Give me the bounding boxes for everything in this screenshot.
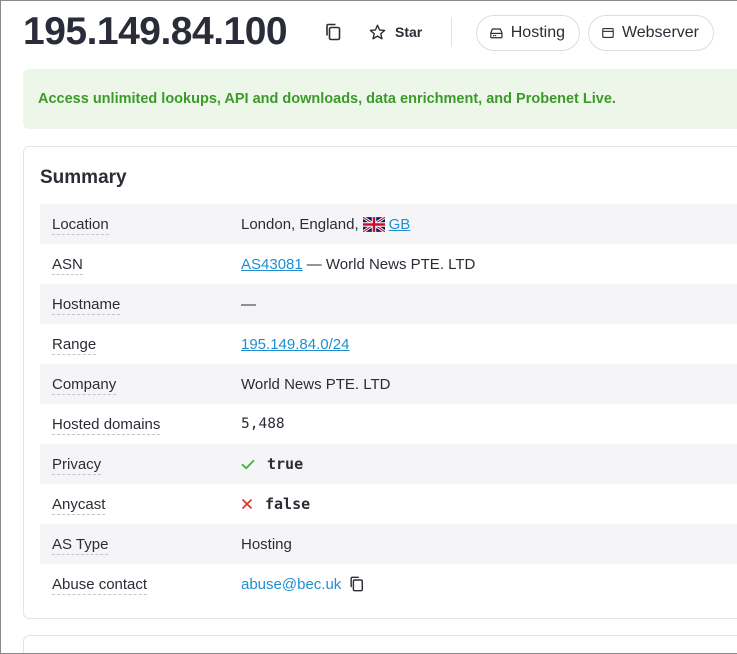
- summary-row-as-type: AS Type Hosting: [40, 524, 737, 564]
- star-label: Star: [395, 24, 423, 40]
- summary-row-location: Location London, England, GB: [40, 204, 737, 244]
- header-divider: [451, 17, 452, 47]
- summary-row-abuse-contact: Abuse contact abuse@bec.uk: [40, 564, 737, 604]
- hostname-label: Hostname: [52, 295, 121, 315]
- hosted-domains-value: 5,488: [241, 416, 285, 432]
- summary-row-hosted-domains: Hosted domains 5,488: [40, 404, 737, 444]
- summary-row-range: Range 195.149.84.0/24: [40, 324, 737, 364]
- company-value: World News PTE. LTD: [241, 375, 391, 393]
- tag-webserver-label: Webserver: [621, 24, 699, 41]
- range-link[interactable]: 195.149.84.0/24: [241, 336, 349, 353]
- asn-org: — World News PTE. LTD: [306, 255, 476, 273]
- asn-label: ASN: [52, 255, 83, 275]
- asn-link[interactable]: AS43081: [241, 256, 303, 273]
- hosted-domains-label: Hosted domains: [52, 415, 161, 435]
- as-type-label: AS Type: [52, 535, 109, 555]
- star-icon: [369, 24, 386, 40]
- anycast-value: false: [265, 495, 311, 513]
- summary-row-company: Company World News PTE. LTD: [40, 364, 737, 404]
- copy-email-icon[interactable]: [349, 576, 364, 592]
- country-code-link[interactable]: GB: [389, 216, 411, 233]
- location-value: London, England,: [241, 215, 359, 233]
- abuse-email-link[interactable]: abuse@bec.uk: [241, 576, 341, 593]
- upgrade-banner-text[interactable]: Access unlimited lookups, API and downlo…: [38, 91, 616, 107]
- abuse-contact-label: Abuse contact: [52, 575, 148, 595]
- star-button[interactable]: Star: [369, 19, 422, 45]
- page-frame: 195.149.84.100 Star Hosting Webserver Ac…: [0, 0, 737, 654]
- anycast-label: Anycast: [52, 495, 106, 515]
- summary-table: Location London, England, GB ASN AS43081…: [40, 204, 737, 604]
- copy-icon: [326, 23, 341, 41]
- location-label: Location: [52, 215, 109, 235]
- copy-ip-button[interactable]: [325, 23, 343, 43]
- cross-icon: [242, 499, 252, 509]
- ip-address-title: 195.149.84.100: [23, 10, 288, 53]
- tag-hosting-label: Hosting: [510, 24, 565, 41]
- summary-row-anycast: Anycast false: [40, 484, 737, 524]
- check-icon: [241, 459, 255, 469]
- summary-row-privacy: Privacy true: [40, 444, 737, 484]
- hosting-icon: [490, 28, 503, 39]
- as-type-value: Hosting: [241, 535, 292, 553]
- upgrade-banner[interactable]: Access unlimited lookups, API and downlo…: [23, 69, 737, 129]
- tag-hosting[interactable]: Hosting: [476, 15, 580, 51]
- summary-row-asn: ASN AS43081 — World News PTE. LTD: [40, 244, 737, 284]
- privacy-label: Privacy: [52, 455, 102, 475]
- summary-card: Summary Location London, England, GB ASN…: [23, 146, 737, 619]
- tag-webserver[interactable]: Webserver: [588, 15, 714, 51]
- hostname-value: —: [241, 295, 256, 313]
- summary-title: Summary: [40, 167, 127, 188]
- page-header: 195.149.84.100: [23, 9, 288, 55]
- range-label: Range: [52, 335, 97, 355]
- privacy-value: true: [267, 455, 304, 473]
- next-card: [23, 635, 737, 653]
- summary-row-hostname: Hostname —: [40, 284, 737, 324]
- browser-window-icon: [602, 27, 614, 39]
- uk-flag-icon: [362, 216, 385, 232]
- company-label: Company: [52, 375, 117, 395]
